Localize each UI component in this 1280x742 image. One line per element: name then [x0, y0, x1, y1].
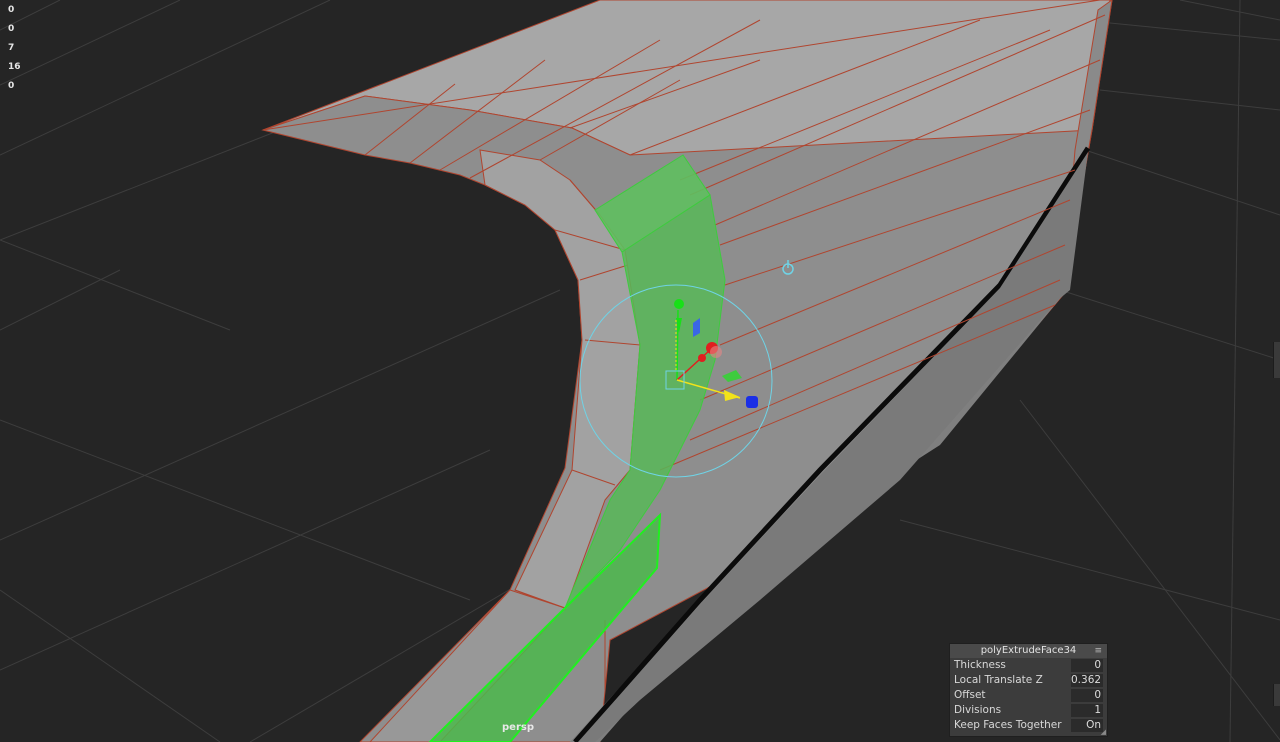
3d-viewport[interactable]: 0 0 7 16 0 persp polyExtrudeFace34 ≡ Thi…	[0, 0, 1280, 742]
attribute-row-divisions[interactable]: Divisions 1	[950, 703, 1107, 718]
attribute-label: Divisions	[954, 704, 1002, 716]
channel-box-title[interactable]: polyExtrudeFace34 ≡	[950, 644, 1107, 658]
attribute-label: Local Translate Z	[954, 674, 1043, 686]
panel-edge-handle[interactable]	[1273, 342, 1280, 378]
attribute-label: Thickness	[954, 659, 1006, 671]
attribute-row-offset[interactable]: Offset 0	[950, 688, 1107, 703]
axis-y-handle[interactable]	[674, 299, 684, 309]
attribute-value-field[interactable]: 0.362	[1071, 674, 1103, 687]
attribute-value-field[interactable]: On	[1071, 719, 1103, 732]
attribute-value-field[interactable]: 1	[1071, 704, 1103, 717]
hud-value: 16	[8, 62, 21, 72]
attribute-row-keep-faces-together[interactable]: Keep Faces Together On	[950, 718, 1107, 733]
hud-value: 0	[8, 24, 15, 34]
attribute-value-field[interactable]: 0	[1071, 689, 1103, 702]
axis-z-handle[interactable]	[746, 396, 758, 408]
axis-x-cone[interactable]	[698, 354, 706, 362]
camera-name-label: persp	[502, 722, 534, 733]
panel-edge-handle[interactable]	[1273, 684, 1280, 706]
attribute-label: Keep Faces Together	[954, 719, 1062, 731]
axis-x-handle-glow	[710, 346, 722, 358]
menu-icon[interactable]: ≡	[1094, 644, 1102, 658]
resize-grip-icon[interactable]: ◢	[1101, 728, 1106, 736]
in-view-channel-box[interactable]: polyExtrudeFace34 ≡ Thickness 0 Local Tr…	[949, 643, 1108, 737]
attribute-row-thickness[interactable]: Thickness 0	[950, 658, 1107, 673]
attribute-value-field[interactable]: 0	[1071, 659, 1103, 672]
attribute-row-local-translate-z[interactable]: Local Translate Z 0.362	[950, 673, 1107, 688]
hud-value: 0	[8, 5, 15, 15]
poly-count-hud: 0 0 7 16 0	[8, 1, 28, 96]
viewport-scene[interactable]	[0, 0, 1280, 742]
hud-value: 0	[8, 81, 15, 91]
node-name: polyExtrudeFace34	[980, 645, 1077, 656]
attribute-label: Offset	[954, 689, 986, 701]
hud-value: 7	[8, 43, 15, 53]
